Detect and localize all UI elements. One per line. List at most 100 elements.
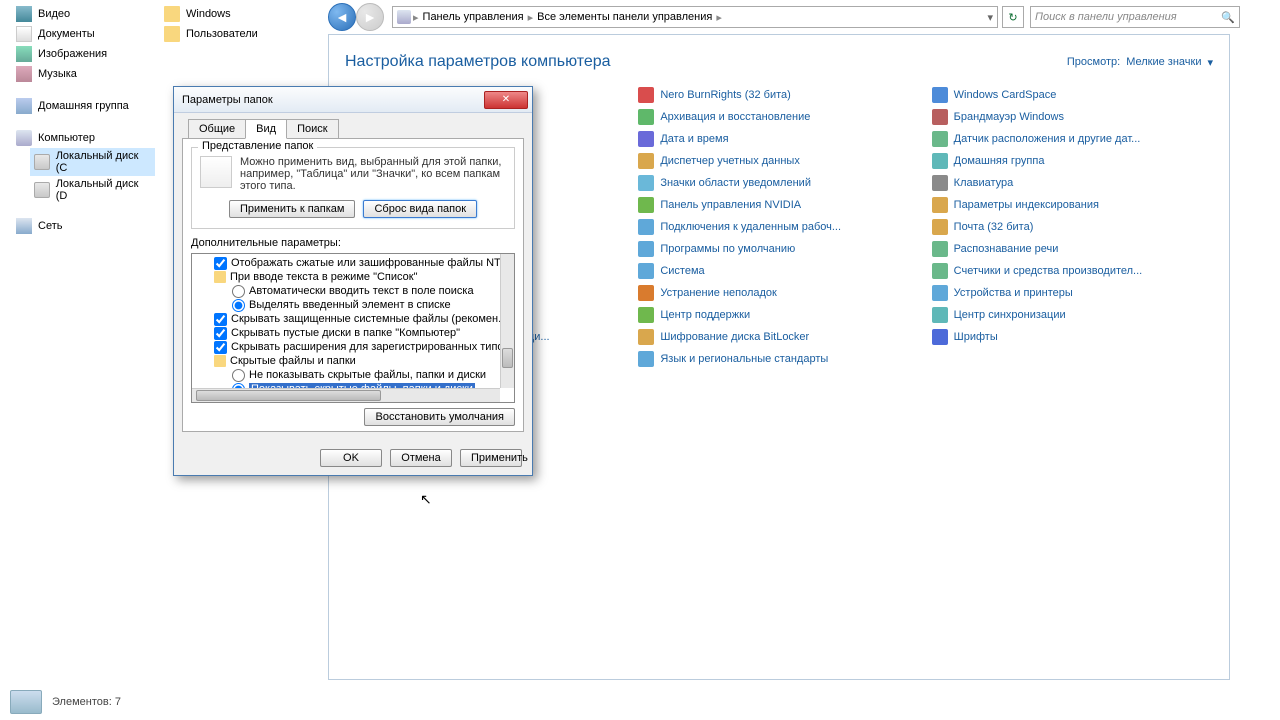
control-panel-item[interactable]: Панель управления NVIDIA xyxy=(638,195,927,215)
refresh-button[interactable]: ↻ xyxy=(1002,6,1024,28)
control-panel-item[interactable]: Система xyxy=(638,261,927,281)
cp-item-icon xyxy=(932,241,948,257)
apply-button[interactable]: Применить xyxy=(460,449,522,467)
forward-button[interactable]: ► xyxy=(356,3,384,31)
cp-item-icon xyxy=(932,153,948,169)
cp-item-label: Датчик расположения и другие дат... xyxy=(954,133,1141,145)
apply-to-folders-button[interactable]: Применить к папкам xyxy=(229,200,356,218)
control-panel-item[interactable]: Дата и время xyxy=(638,129,927,149)
address-bar[interactable]: ▸ Панель управления ▸ Все элементы панел… xyxy=(392,6,998,28)
back-button[interactable]: ◄ xyxy=(328,3,356,31)
checkbox[interactable] xyxy=(214,313,227,326)
radio[interactable] xyxy=(232,285,245,298)
radio[interactable] xyxy=(232,369,245,382)
control-panel-item[interactable]: Язык и региональные стандарты xyxy=(638,349,927,369)
folder-item[interactable]: Windows xyxy=(160,4,262,24)
tree-homegroup[interactable]: Домашняя группа xyxy=(12,96,155,116)
tree-drive-item[interactable]: Локальный диск (D xyxy=(30,176,155,204)
cp-item-label: Архивация и восстановление xyxy=(660,111,810,123)
view-selector[interactable]: Просмотр: Мелкие значки ▾ xyxy=(1067,56,1213,69)
folder-icon xyxy=(164,6,180,22)
tree-label: Сеть xyxy=(38,220,62,232)
restore-defaults-button[interactable]: Восстановить умолчания xyxy=(364,408,515,426)
control-panel-item[interactable]: Домашняя группа xyxy=(932,151,1221,171)
cp-item-label: Центр синхронизации xyxy=(954,309,1066,321)
control-panel-item[interactable]: Почта (32 бита) xyxy=(932,217,1221,237)
control-panel-item[interactable]: Счетчики и средства производител... xyxy=(932,261,1221,281)
advanced-option-row[interactable]: Скрывать расширения для зарегистрированн… xyxy=(192,340,500,354)
scrollbar-thumb[interactable] xyxy=(502,348,513,368)
computer-icon xyxy=(16,130,32,146)
folder-label: Пользователи xyxy=(186,28,258,40)
dialog-tab[interactable]: Общие xyxy=(188,119,246,139)
checkbox[interactable] xyxy=(214,257,227,270)
address-dropdown-icon[interactable]: ▾ xyxy=(987,11,993,24)
advanced-option-row[interactable]: Скрытые файлы и папки xyxy=(192,354,500,368)
control-panel-item[interactable]: Программы по умолчанию xyxy=(638,239,927,259)
control-panel-item[interactable]: Nero BurnRights (32 бита) xyxy=(638,85,927,105)
tree-network[interactable]: Сеть xyxy=(12,216,155,236)
tree-library-item[interactable]: Видео xyxy=(12,4,155,24)
close-button[interactable]: ✕ xyxy=(484,91,528,109)
control-panel-item[interactable]: Подключения к удаленным рабоч... xyxy=(638,217,927,237)
tree-label: Компьютер xyxy=(38,132,95,144)
control-panel-item[interactable]: Значки области уведомлений xyxy=(638,173,927,193)
horizontal-scrollbar[interactable] xyxy=(192,388,500,402)
tree-computer[interactable]: Компьютер xyxy=(12,128,155,148)
cp-item-icon xyxy=(638,329,654,345)
cp-item-icon xyxy=(638,197,654,213)
control-panel-item[interactable]: Шрифты xyxy=(932,327,1221,347)
search-input[interactable]: Поиск в панели управления 🔍 xyxy=(1030,6,1240,28)
control-panel-item[interactable]: Windows CardSpace xyxy=(932,85,1221,105)
control-panel-item[interactable]: Центр синхронизации xyxy=(932,305,1221,325)
control-panel-item[interactable]: Распознавание речи xyxy=(932,239,1221,259)
advanced-option-row[interactable]: При вводе текста в режиме "Список" xyxy=(192,270,500,284)
folder-item[interactable]: Пользователи xyxy=(160,24,262,44)
tree-drive-item[interactable]: Локальный диск (C xyxy=(30,148,155,176)
control-panel-item[interactable]: Шифрование диска BitLocker xyxy=(638,327,927,347)
ok-button[interactable]: OK xyxy=(320,449,382,467)
control-panel-item[interactable]: Диспетчер учетных данных xyxy=(638,151,927,171)
advanced-settings-list[interactable]: Отображать сжатые или зашифрованные файл… xyxy=(191,253,515,403)
video-icon xyxy=(16,6,32,22)
tree-library-item[interactable]: Документы xyxy=(12,24,155,44)
control-panel-item[interactable]: Архивация и восстановление xyxy=(638,107,927,127)
vertical-scrollbar[interactable] xyxy=(500,254,514,388)
control-panel-item[interactable]: Датчик расположения и другие дат... xyxy=(932,129,1221,149)
tree-library-item[interactable]: Музыка xyxy=(12,64,155,84)
tree-label: Документы xyxy=(38,28,95,40)
cancel-button[interactable]: Отмена xyxy=(390,449,452,467)
cp-item-icon xyxy=(932,219,948,235)
advanced-option-row[interactable]: Отображать сжатые или зашифрованные файл… xyxy=(192,256,500,270)
navigation-tree: Видео Документы ИзображенияМузыка Домашняя… xyxy=(0,0,155,720)
address-icon xyxy=(397,10,411,24)
control-panel-item[interactable]: Центр поддержки xyxy=(638,305,927,325)
reset-folders-button[interactable]: Сброс вида папок xyxy=(363,200,477,218)
explorer-toolbar: ◄ ► ▸ Панель управления ▸ Все элементы п… xyxy=(328,5,1240,29)
checkbox[interactable] xyxy=(214,327,227,340)
control-panel-item[interactable]: Устройства и принтеры xyxy=(932,283,1221,303)
search-placeholder: Поиск в панели управления xyxy=(1035,11,1177,23)
control-panel-item[interactable]: Клавиатура xyxy=(932,173,1221,193)
option-label: Автоматически вводить текст в поле поиск… xyxy=(249,285,474,297)
scrollbar-thumb[interactable] xyxy=(196,390,381,401)
checkbox[interactable] xyxy=(214,341,227,354)
advanced-option-row[interactable]: Выделять введенный элемент в списке xyxy=(192,298,500,312)
radio[interactable] xyxy=(232,299,245,312)
advanced-option-row[interactable]: Скрывать защищенные системные файлы (рек… xyxy=(192,312,500,326)
breadcrumb-seg[interactable]: Все элементы панели управления xyxy=(535,11,714,23)
cp-item-icon xyxy=(932,109,948,125)
tree-library-item[interactable]: Изображения xyxy=(12,44,155,64)
advanced-option-row[interactable]: Скрывать пустые диски в папке "Компьютер… xyxy=(192,326,500,340)
control-panel-item[interactable]: Брандмауэр Windows xyxy=(932,107,1221,127)
dialog-tab[interactable]: Поиск xyxy=(286,119,338,139)
control-panel-item[interactable]: Устранение неполадок xyxy=(638,283,927,303)
cp-item-icon xyxy=(638,131,654,147)
advanced-option-row[interactable]: Автоматически вводить текст в поле поиск… xyxy=(192,284,500,298)
dialog-tab[interactable]: Вид xyxy=(245,119,287,139)
dialog-titlebar[interactable]: Параметры папок ✕ xyxy=(174,87,532,113)
page-title: Настройка параметров компьютера xyxy=(345,53,611,71)
breadcrumb-seg[interactable]: Панель управления xyxy=(421,11,526,23)
advanced-option-row[interactable]: Не показывать скрытые файлы, папки и дис… xyxy=(192,368,500,382)
control-panel-item[interactable]: Параметры индексирования xyxy=(932,195,1221,215)
